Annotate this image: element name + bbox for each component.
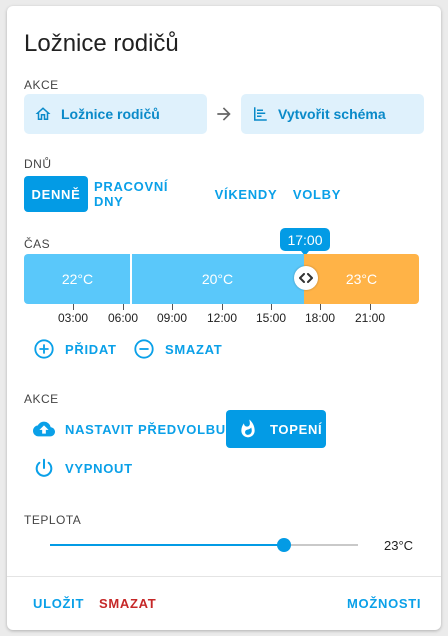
timeline-segment-label: 22°C	[61, 271, 94, 287]
timeline-segment-label: 23°C	[345, 271, 378, 287]
timeline-tick-label: 15:00	[255, 311, 287, 325]
timeline-segment[interactable]: 23°C	[304, 254, 419, 304]
add-slot-label: PŘIDAT	[65, 341, 117, 357]
delete-button[interactable]: SMAZAT	[99, 596, 156, 611]
tab-volby[interactable]: VOLBY	[290, 176, 344, 212]
timeline-tick-label: 06:00	[107, 311, 139, 325]
footer-divider	[7, 576, 441, 577]
turn-off-label: VYPNOUT	[65, 460, 133, 476]
akce2-section-label: AKCE	[24, 392, 59, 406]
plus-circle-icon	[34, 339, 54, 359]
temperature-value: 23°C	[384, 538, 414, 553]
timeline-tick-label: 18:00	[304, 311, 336, 325]
timeline-drag-handle[interactable]	[294, 266, 318, 290]
timeline-segment-label: 20°C	[201, 271, 234, 287]
cas-section-label: ČAS	[24, 237, 51, 251]
minus-circle-icon	[134, 339, 154, 359]
delete-slot-button[interactable]: SMAZAT	[133, 338, 222, 360]
arrow-right-icon	[217, 107, 231, 121]
timeline-tick	[73, 304, 74, 310]
heat-mode-button[interactable]: TOPENÍ	[226, 410, 326, 448]
schedule-timeline[interactable]: 22°C 20°C 23°C	[24, 254, 419, 310]
set-preset-label: NASTAVIT PŘEDVOLBU	[65, 421, 226, 437]
temperature-slider-fill	[50, 544, 285, 546]
timeline-tick-label: 03:00	[57, 311, 89, 325]
timeline-tick	[320, 304, 321, 310]
temperature-slider-thumb[interactable]	[277, 538, 292, 552]
options-button[interactable]: MOŽNOSTI	[347, 596, 421, 611]
timeline-tick	[172, 304, 173, 310]
tab-denne[interactable]: DENNĚ	[24, 176, 88, 212]
resize-horizontal-icon	[299, 273, 313, 283]
delete-slot-label: SMAZAT	[165, 341, 223, 357]
timeline-tick	[222, 304, 223, 310]
timeline-tick-label: 09:00	[156, 311, 188, 325]
timeline-tick	[370, 304, 371, 310]
timeline-tick	[271, 304, 272, 310]
temperature-slider[interactable]	[50, 538, 358, 552]
set-preset-button[interactable]: NASTAVIT PŘEDVOLBU	[33, 418, 226, 440]
tab-pracovni-dny[interactable]: PRACOVNÍ DNY	[94, 176, 202, 212]
timeline-segment[interactable]: 20°C	[131, 254, 304, 304]
create-schema-label: Vytvořit schéma	[278, 106, 386, 122]
fire-icon	[241, 419, 255, 438]
power-icon	[35, 458, 53, 477]
dnu-section-label: DNŮ	[24, 157, 52, 171]
create-schema-chip[interactable]: Vytvořit schéma	[241, 94, 424, 134]
timeline-tick	[123, 304, 124, 310]
home-outline-icon	[35, 107, 51, 120]
source-chip[interactable]: Ložnice rodičů	[24, 94, 207, 134]
source-chip-label: Ložnice rodičů	[61, 106, 160, 122]
add-slot-button[interactable]: PŘIDAT	[33, 338, 117, 360]
tab-vikendy[interactable]: VÍKENDY	[210, 176, 282, 212]
heat-mode-label: TOPENÍ	[270, 421, 323, 437]
teplota-section-label: TEPLOTA	[24, 513, 82, 527]
timeline-chart-icon	[254, 107, 267, 121]
timeline-tick-label: 12:00	[206, 311, 238, 325]
timeline-divider	[130, 254, 132, 304]
schedule-card: Ložnice rodičů AKCE Ložnice rodičů Vytvo…	[7, 6, 441, 630]
save-button[interactable]: ULOŽIT	[33, 596, 84, 611]
turn-off-button[interactable]: VYPNOUT	[33, 457, 133, 479]
cloud-upload-icon	[33, 421, 55, 437]
timeline-segment[interactable]: 22°C	[24, 254, 131, 304]
akce-section-label: AKCE	[24, 78, 59, 92]
page-title: Ložnice rodičů	[24, 30, 179, 57]
timeline-tick-label: 21:00	[354, 311, 386, 325]
selected-time-bubble: 17:00	[280, 228, 330, 256]
